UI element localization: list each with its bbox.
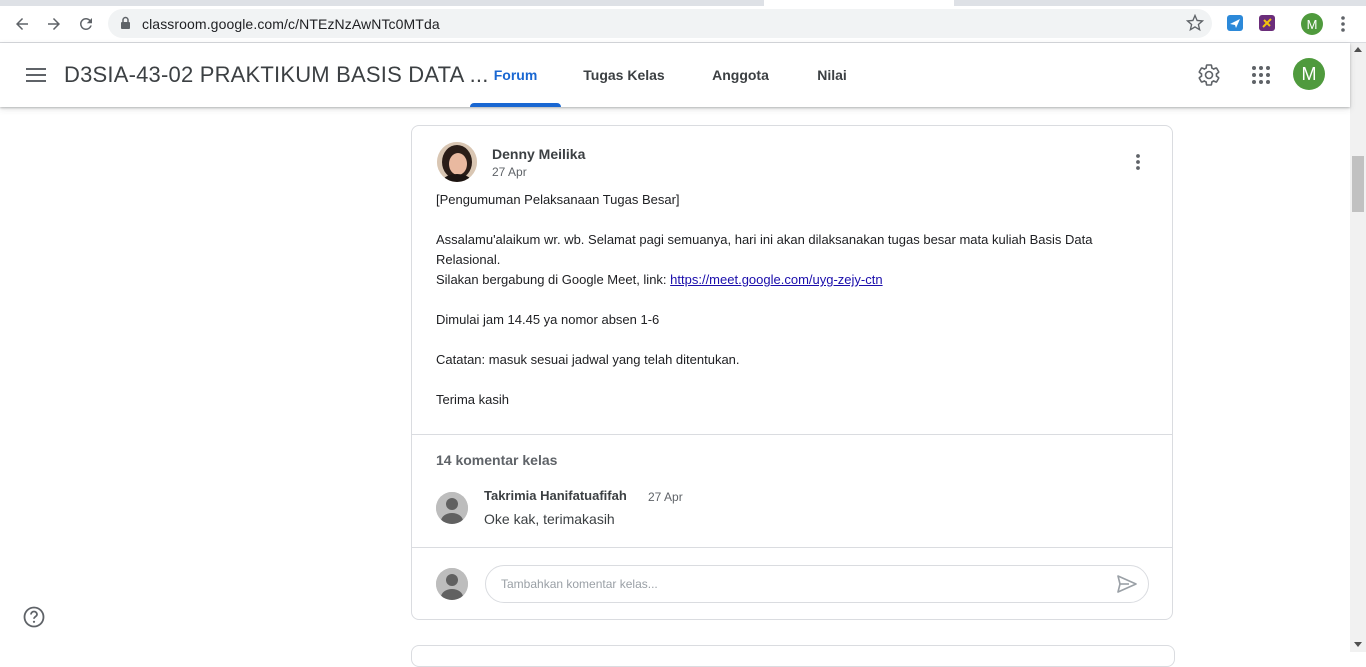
browser-menu-button[interactable] <box>1335 15 1351 33</box>
post-comment-button[interactable] <box>1115 573 1139 595</box>
announcement-card: Denny Meilika 27 Apr [Pengumuman Pelaksa… <box>411 125 1173 620</box>
back-button[interactable] <box>8 10 36 38</box>
browser-profile-avatar[interactable]: M <box>1301 13 1323 35</box>
meet-link[interactable]: https://meet.google.com/uyg-zejy-ctn <box>670 272 882 287</box>
post-line: [Pengumuman Pelaksanaan Tugas Besar] <box>436 192 680 207</box>
tab-grades[interactable]: Nilai <box>804 43 860 107</box>
back-icon <box>16 18 28 30</box>
post-options-button[interactable] <box>1127 150 1149 174</box>
google-apps-button[interactable] <box>1247 61 1275 89</box>
help-button[interactable] <box>22 605 46 629</box>
tab-label: Nilai <box>817 67 847 83</box>
scroll-down-arrow-icon[interactable] <box>1354 642 1362 647</box>
post-author-name[interactable]: Denny Meilika <box>492 146 585 162</box>
post-line: Assalamu'alaikum wr. wb. Selamat pagi se… <box>436 232 1093 267</box>
page-scrollbar[interactable] <box>1350 43 1366 652</box>
class-comments-count[interactable]: 14 komentar kelas <box>436 452 557 468</box>
comment-text: Oke kak, terimakasih <box>484 511 615 527</box>
more-vert-icon <box>1136 154 1140 170</box>
tab-label: Anggota <box>712 67 769 83</box>
class-settings-button[interactable] <box>1195 61 1223 89</box>
comment-date: 27 Apr <box>648 490 683 504</box>
settings-icon <box>1198 64 1220 86</box>
author-avatar <box>437 142 477 182</box>
class-title[interactable]: D3SIA-43-02 PRAKTIKUM BASIS DATA ... <box>64 62 489 88</box>
tab-label: Forum <box>493 67 538 83</box>
menu-icon <box>26 68 46 82</box>
post-line: Silakan bergabung di Google Meet, link: … <box>436 270 1136 290</box>
post-line: Catatan: masuk sesuai jadwal yang telah … <box>436 352 740 367</box>
next-card-edge <box>411 645 1175 667</box>
forward-button[interactable] <box>40 10 68 38</box>
tab-classwork[interactable]: Tugas Kelas <box>571 43 677 107</box>
extension-icon[interactable] <box>1227 15 1243 31</box>
divider <box>412 547 1172 548</box>
send-icon <box>1117 575 1137 593</box>
scroll-up-arrow-icon[interactable] <box>1354 47 1362 52</box>
current-user-avatar <box>436 568 468 600</box>
post-date: 27 Apr <box>492 165 527 179</box>
commenter-avatar <box>436 492 468 524</box>
star-icon[interactable] <box>1186 14 1204 32</box>
browser-toolbar: classroom.google.com/c/NTEzNzAwNTc0MTda … <box>0 6 1366 43</box>
help-icon <box>23 606 45 628</box>
tab-people[interactable]: Anggota <box>697 43 784 107</box>
post-line: Terima kasih <box>436 392 509 407</box>
lock-icon <box>121 16 130 29</box>
divider <box>412 434 1172 435</box>
post-body: [Pengumuman Pelaksanaan Tugas Besar] Ass… <box>436 190 1136 410</box>
classroom-header: D3SIA-43-02 PRAKTIKUM BASIS DATA ... For… <box>0 43 1350 107</box>
more-vert-icon <box>1341 16 1345 32</box>
tab-label: Tugas Kelas <box>583 67 665 83</box>
url-text: classroom.google.com/c/NTEzNzAwNTc0MTda <box>142 16 440 32</box>
tab-forum[interactable]: Forum <box>470 43 561 107</box>
post-line: Dimulai jam 14.45 ya nomor absen 1-6 <box>436 312 660 327</box>
apps-icon <box>1252 66 1270 84</box>
reload-icon <box>79 17 92 30</box>
class-comment-input[interactable] <box>485 565 1149 603</box>
extension-icon[interactable] <box>1259 15 1275 31</box>
comment-author: Takrimia Hanifatuafifah <box>484 488 627 503</box>
scrollbar-thumb[interactable] <box>1352 156 1364 212</box>
post-line-text: Silakan bergabung di Google Meet, link: <box>436 272 671 287</box>
main-menu-button[interactable] <box>22 63 50 87</box>
reload-button[interactable] <box>72 10 100 38</box>
account-avatar[interactable]: M <box>1293 58 1325 90</box>
forward-icon <box>48 18 60 30</box>
address-bar[interactable]: classroom.google.com/c/NTEzNzAwNTc0MTda <box>108 9 1212 38</box>
